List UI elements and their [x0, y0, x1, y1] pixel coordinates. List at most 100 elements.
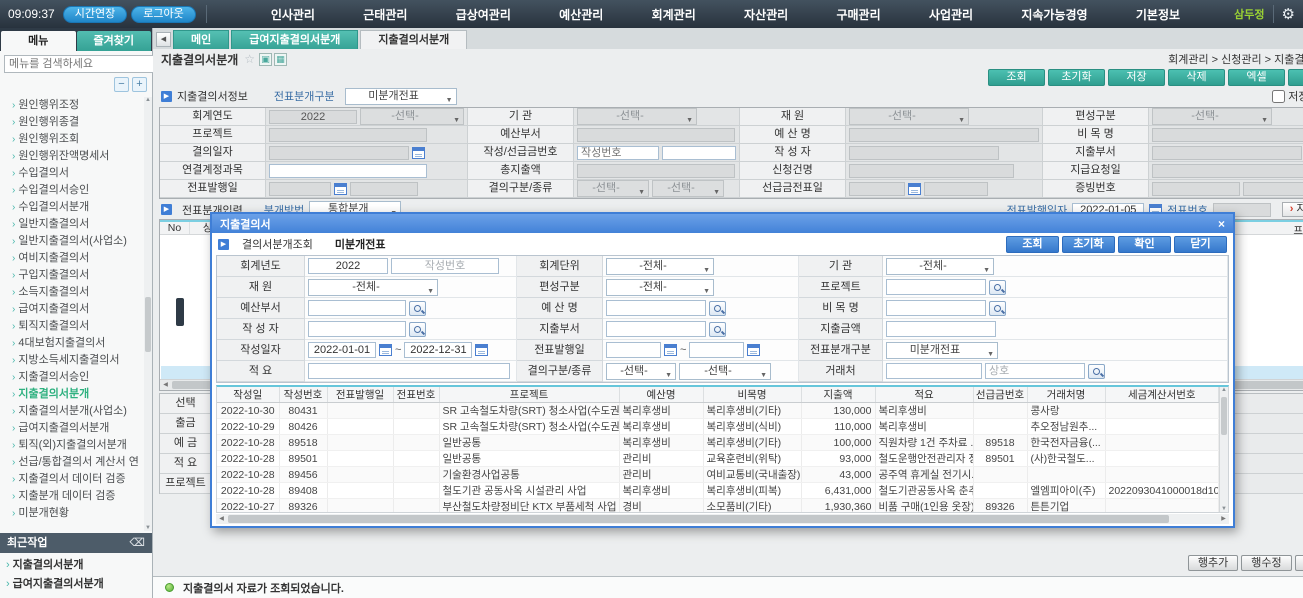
scroll-left-icon[interactable]: ◀: [216, 514, 227, 524]
auto-journal-button[interactable]: › 자동분개: [1282, 202, 1303, 217]
fiscal-year-input[interactable]: [308, 258, 388, 274]
org-select[interactable]: -전체-: [886, 258, 994, 275]
sidebar-item[interactable]: ›수입결의서승인: [12, 182, 142, 199]
sidebar-item[interactable]: ›지출결의서분개: [12, 386, 142, 403]
menu-item[interactable]: 자산관리: [744, 6, 788, 23]
print-after-save-checkbox[interactable]: [1272, 90, 1285, 103]
row-edit-button[interactable]: 행수정: [1241, 555, 1291, 571]
search-icon[interactable]: [989, 301, 1006, 316]
sidebar-item[interactable]: ›원인행위조정: [12, 97, 142, 114]
search-icon[interactable]: [709, 322, 726, 337]
budget-type-select[interactable]: -선택-: [1152, 108, 1272, 125]
menu-item[interactable]: 인사관리: [271, 6, 315, 23]
sidebar-item[interactable]: ›일반지출결의서(사업소): [12, 233, 142, 250]
menu-item[interactable]: 구매관리: [836, 6, 880, 23]
write-date-to-input[interactable]: [404, 342, 472, 358]
table-row[interactable]: 2022-10-2889456 기술환경사업공통관리비 여비교통비(국내출장)4…: [217, 467, 1219, 483]
slip-type-select[interactable]: 미분개전표: [886, 342, 998, 359]
sidebar-item[interactable]: ›원인행위종결: [12, 114, 142, 131]
table-row[interactable]: 2022-10-2889518 일반공통복리후생비 복리후생비(기타)100,0…: [217, 435, 1219, 451]
write-date-from-input[interactable]: [308, 342, 376, 358]
excel-button[interactable]: 엑셀: [1228, 69, 1285, 86]
org-select[interactable]: -선택-: [577, 108, 697, 125]
reset-button[interactable]: 초기화: [1048, 69, 1105, 86]
tab-favorites[interactable]: 즐겨찾기: [77, 31, 152, 51]
tab-main[interactable]: 메인: [173, 30, 229, 49]
menu-item[interactable]: 기본정보: [1136, 6, 1180, 23]
budget-dept-input[interactable]: [308, 300, 406, 316]
dialog-search-button[interactable]: 조회: [1006, 236, 1059, 253]
sidebar-item[interactable]: ›원인행위조회: [12, 131, 142, 148]
print-button[interactable]: 인쇄: [1288, 69, 1303, 86]
search-icon[interactable]: [1088, 364, 1105, 379]
search-icon[interactable]: [989, 280, 1006, 295]
sidebar-item[interactable]: ›지출결의서승인: [12, 369, 142, 386]
dialog-title-bar[interactable]: 지출결의서 ×: [212, 214, 1233, 233]
column-header[interactable]: 비목명: [703, 387, 801, 403]
table-vscrollbar[interactable]: ▲▼: [1219, 387, 1228, 512]
fund-select[interactable]: -전체-: [308, 279, 438, 296]
decide-kind-select[interactable]: -선택-: [679, 363, 771, 380]
sidebar-item[interactable]: ›지출분개 데이터 검증: [12, 488, 142, 505]
sidebar-item[interactable]: ›선급/통합결의서 계산서 연: [12, 454, 142, 471]
dialog-reset-button[interactable]: 초기화: [1062, 236, 1115, 253]
sidebar-item[interactable]: ›수입결의서분개: [12, 199, 142, 216]
menu-item[interactable]: 예산관리: [559, 6, 603, 23]
item-name-input[interactable]: [886, 300, 986, 316]
decide-type-select[interactable]: -선택-: [606, 363, 676, 380]
tab-expense-journal[interactable]: 지출결의서분개: [360, 30, 467, 49]
table-row[interactable]: 2022-10-3080431 SR 고속철도차량(SRT) 청소사업(수도권)…: [217, 403, 1219, 419]
spend-amount-input[interactable]: [886, 321, 996, 337]
slip-issue-from-input[interactable]: [606, 342, 661, 358]
column-header[interactable]: 예산명: [619, 387, 703, 403]
slip-issue-to-input[interactable]: [689, 342, 744, 358]
sidebar-scrollbar[interactable]: ▲▼: [144, 97, 152, 531]
menu-item[interactable]: 급상여관리: [456, 6, 511, 23]
sidebar-item[interactable]: ›일반지출결의서: [12, 216, 142, 233]
search-icon[interactable]: [709, 301, 726, 316]
calendar-icon[interactable]: [379, 344, 392, 356]
splitter-handle[interactable]: [176, 298, 184, 326]
calendar-icon[interactable]: [747, 344, 760, 356]
scroll-right-icon[interactable]: ▶: [1218, 514, 1229, 524]
calendar-icon[interactable]: [664, 344, 677, 356]
favorite-star-icon[interactable]: ☆: [244, 52, 255, 66]
extend-session-button[interactable]: 시간연장: [63, 6, 127, 23]
tab-scroll-left-icon[interactable]: ◀: [156, 32, 171, 47]
acct-unit-select[interactable]: -전체-: [606, 258, 714, 275]
budget-name-input[interactable]: [606, 300, 706, 316]
tab-menu[interactable]: 메뉴: [1, 31, 76, 51]
menu-item[interactable]: 회계관리: [652, 6, 696, 23]
refresh-icon[interactable]: ▣: [259, 53, 272, 66]
decide-kind-select[interactable]: -선택-: [652, 180, 724, 197]
column-header[interactable]: 작성번호: [279, 387, 327, 403]
column-header[interactable]: 프로젝트: [439, 387, 619, 403]
table-row[interactable]: 2022-10-2789326 부산철도차량정비단 KTX 부품세척 사업경비 …: [217, 499, 1219, 514]
column-header[interactable]: 거래처명: [1027, 387, 1105, 403]
write-no-input[interactable]: [577, 146, 659, 160]
row-add-button[interactable]: 행추가: [1188, 555, 1238, 571]
calendar-icon[interactable]: [475, 344, 488, 356]
sidebar-item[interactable]: ›퇴직지출결의서: [12, 318, 142, 335]
vendor-code-input[interactable]: [886, 363, 982, 379]
menu-item[interactable]: 지속가능경영: [1021, 6, 1087, 23]
linked-account-input[interactable]: [269, 164, 427, 178]
new-window-icon[interactable]: ▦: [274, 53, 287, 66]
delete-button[interactable]: 삭제: [1168, 69, 1225, 86]
writer-input[interactable]: [308, 321, 406, 337]
table-row[interactable]: 2022-10-2889501 일반공통관리비 교육훈련비(위탁)93,000 …: [217, 451, 1219, 467]
menu-item[interactable]: 근태관리: [363, 6, 407, 23]
remark-input[interactable]: [308, 363, 510, 379]
sidebar-item[interactable]: ›소득지출결의서: [12, 284, 142, 301]
advance-no-input[interactable]: [662, 146, 736, 160]
expand-all-button[interactable]: +: [132, 77, 147, 92]
row-delete-button[interactable]: 행삭제: [1295, 555, 1303, 571]
dialog-confirm-button[interactable]: 확인: [1118, 236, 1171, 253]
column-header[interactable]: 세금계산서번호: [1105, 387, 1219, 403]
calendar-icon[interactable]: [908, 183, 921, 195]
search-button[interactable]: 조회: [988, 69, 1045, 86]
column-header[interactable]: 전표발행일: [327, 387, 393, 403]
table-hscrollbar[interactable]: ◀ ▶: [216, 514, 1229, 524]
sidebar-item[interactable]: ›지방소득세지출결의서: [12, 352, 142, 369]
menu-search-input[interactable]: [4, 55, 156, 73]
